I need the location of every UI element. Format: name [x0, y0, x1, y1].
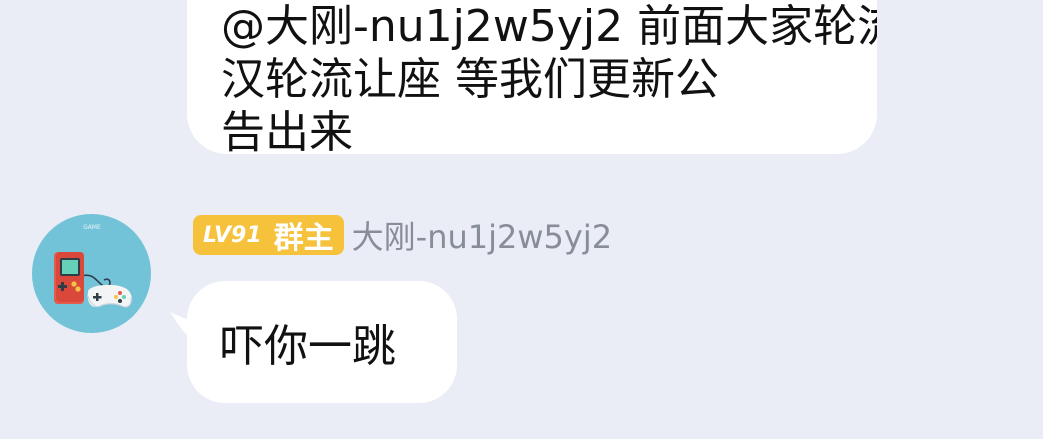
message-line: 告出来: [221, 107, 353, 154]
message-line: @大刚-nu1j2w5yj2 前面大家轮流: [221, 1, 877, 52]
message-text: 吓你一跳: [220, 321, 396, 372]
sender-info: LV91 群主 大刚-nu1j2w5yj2: [193, 214, 612, 256]
role-label: 群主: [273, 221, 334, 256]
game-console-icon: GAME: [54, 224, 132, 308]
avatar-caption: GAME: [83, 224, 101, 231]
previous-message-bubble[interactable]: @大刚-nu1j2w5yj2 前面大家轮流 汉轮流让座 等我们更新公 告出来: [187, 0, 877, 154]
message-line: 汉轮流让座 等我们更新公: [221, 54, 719, 105]
sender-username[interactable]: 大刚-nu1j2w5yj2: [352, 212, 612, 258]
member-badge: LV91 群主: [193, 215, 344, 256]
level-label: LV91: [203, 222, 262, 248]
message-bubble[interactable]: 吓你一跳: [187, 281, 457, 403]
avatar[interactable]: GAME: [32, 214, 151, 333]
